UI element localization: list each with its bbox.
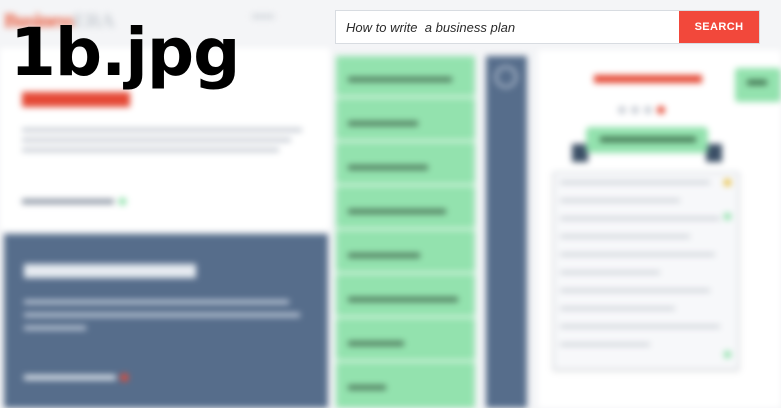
- doc-line: [560, 343, 650, 346]
- access-card-text-lines: [24, 300, 306, 339]
- divider: [336, 228, 475, 230]
- search-circle-icon[interactable]: [495, 66, 517, 88]
- access-learn-more-link[interactable]: [24, 372, 128, 382]
- access-card-title-placeholder: [24, 264, 196, 278]
- promo-chip[interactable]: [22, 92, 130, 107]
- doc-line: [560, 289, 710, 292]
- navy-side-column: [486, 56, 527, 408]
- doc-line: [560, 325, 720, 328]
- search-bar: SEARCH: [335, 10, 760, 44]
- promo-heading-placeholder: [590, 74, 706, 86]
- green-topic-item[interactable]: [348, 118, 418, 128]
- featured-paragraph-lines: [22, 122, 314, 158]
- doc-line: [560, 199, 680, 202]
- ribbon-label-placeholder: [600, 135, 696, 144]
- doc-line: [560, 253, 715, 256]
- green-topic-item[interactable]: [348, 162, 428, 172]
- carousel-dot[interactable]: [644, 106, 652, 114]
- doc-line: [560, 235, 690, 238]
- checkbox-icon: [724, 179, 731, 186]
- filename-watermark: 1b.jpg: [10, 14, 240, 91]
- doc-line: [560, 307, 675, 310]
- green-topic-column: [336, 56, 475, 408]
- green-topic-item[interactable]: [348, 294, 458, 304]
- document-preview[interactable]: [553, 172, 739, 370]
- green-topic-item[interactable]: [348, 250, 420, 260]
- divider: [336, 140, 475, 142]
- learn-more-link[interactable]: [22, 196, 126, 206]
- carousel-dot[interactable]: [618, 106, 626, 114]
- square-bullet-icon: [121, 374, 128, 382]
- carousel-dots[interactable]: [618, 101, 670, 119]
- divider: [336, 272, 475, 274]
- search-input[interactable]: [336, 11, 681, 43]
- search-button[interactable]: SEARCH: [679, 11, 759, 43]
- doc-line: [560, 271, 660, 274]
- carousel-dot-active[interactable]: [657, 106, 665, 114]
- green-topic-item[interactable]: [348, 338, 404, 348]
- divider: [336, 316, 475, 318]
- doc-line: [560, 181, 710, 184]
- header-link-placeholder[interactable]: [252, 14, 274, 19]
- ribbon-tail-right: [706, 144, 722, 162]
- carousel-dot[interactable]: [631, 106, 639, 114]
- green-topic-item[interactable]: [348, 74, 452, 84]
- doc-line: [560, 217, 720, 220]
- divider: [336, 184, 475, 186]
- divider: [336, 360, 475, 362]
- checkbox-icon: [724, 351, 731, 358]
- access-financing-card: [4, 234, 328, 408]
- green-topic-item[interactable]: [348, 206, 446, 216]
- divider: [336, 96, 475, 98]
- mini-green-button[interactable]: [735, 68, 781, 102]
- square-bullet-icon: [119, 198, 126, 206]
- green-topic-item[interactable]: [348, 382, 386, 392]
- checkbox-icon: [724, 213, 731, 220]
